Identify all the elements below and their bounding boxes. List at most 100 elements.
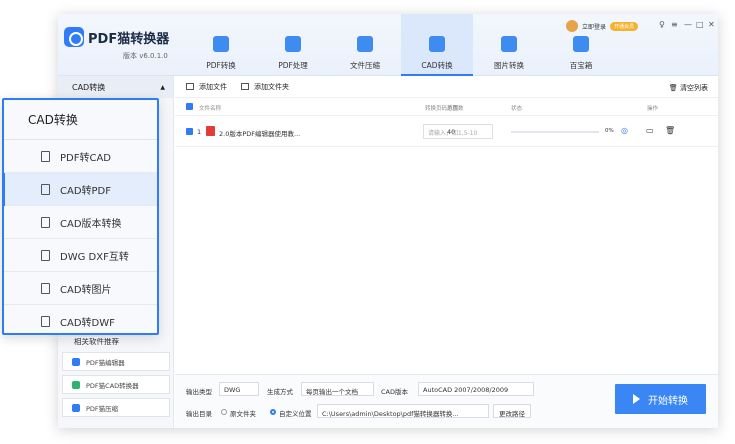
close-icon[interactable]: ✕ — [708, 20, 715, 29]
clear-list-button[interactable]: 🗑 清空列表 — [669, 83, 708, 93]
nav-label: CAD转换 — [421, 61, 453, 70]
row-checkbox[interactable] — [186, 128, 193, 135]
caret-up-icon: ▲ — [160, 83, 165, 91]
cad-converter-icon — [72, 380, 80, 389]
header-range: 转换页码范围 — [425, 106, 459, 112]
cad-version-select[interactable]: AutoCAD 2007/2008/2009 — [418, 382, 534, 396]
start-convert-button[interactable]: 开始转换 — [615, 384, 706, 414]
compress-icon — [72, 403, 80, 412]
bottom-settings: 输出类型 DWG 生成方式 每页输出一个文档 CAD版本 AutoCAD 200… — [175, 374, 718, 428]
maximize-icon[interactable]: □ — [696, 20, 704, 29]
vip-badge[interactable]: 开通会员 — [610, 21, 639, 31]
gen-mode-label: 生成方式 — [267, 388, 293, 396]
add-folder-icon — [241, 83, 249, 90]
nav-pdf-convert[interactable]: PDF转换 — [185, 14, 257, 76]
nav-label: PDF转换 — [206, 61, 236, 70]
nav-pdf-process[interactable]: PDF处理 — [257, 14, 329, 76]
menu-pdf-to-cad[interactable]: PDF转CAD — [4, 140, 157, 173]
avatar — [566, 20, 578, 32]
output-path-input[interactable]: C:\Users\admin\Desktop\pdf猫转换器转换... — [317, 404, 489, 418]
output-type-select[interactable]: DWG — [219, 382, 259, 396]
add-file-button[interactable]: 添加文件 — [186, 82, 227, 92]
gen-mode-select[interactable]: 每页输出一个文档 — [301, 382, 374, 396]
image-icon — [501, 36, 517, 52]
sidebar-header[interactable]: CAD转换 ▲ — [58, 76, 173, 98]
progress-bar — [511, 131, 599, 133]
orig-folder-label: 原文件夹 — [230, 410, 256, 418]
menu-label: CAD转DWF — [60, 317, 115, 329]
add-folder-button[interactable]: 添加文件夹 — [241, 82, 289, 92]
login-link[interactable]: 立即登录 — [582, 22, 606, 31]
trash-icon: 🗑 — [668, 84, 678, 92]
menu-icon[interactable]: ≡ — [671, 20, 678, 29]
add-folder-label: 添加文件夹 — [254, 82, 289, 91]
cad-icon — [429, 36, 445, 52]
sidebar-header-label: CAD转换 — [72, 82, 106, 92]
start-row-icon[interactable]: ◎ — [621, 126, 628, 135]
cad-menu-popup: CAD转换 PDF转CAD CAD转PDF CAD版本转换 DWG DXF互转 … — [2, 98, 159, 338]
menu-cad-to-dwf[interactable]: CAD转DWF — [4, 305, 157, 338]
top-bar: PDF猫转换器 版本 v6.0.1.0 PDF转换 PDF处理 文件压缩 CAD… — [58, 14, 718, 76]
clear-label: 清空列表 — [680, 84, 708, 92]
nav-compress[interactable]: 文件压缩 — [329, 14, 401, 76]
menu-label: CAD转图片 — [60, 284, 112, 296]
file-icon — [41, 217, 50, 228]
user-area[interactable]: 立即登录 开通会员 — [566, 18, 639, 34]
pdf-file-icon — [206, 126, 215, 136]
start-label: 开始转换 — [648, 395, 688, 407]
related-cad-converter[interactable]: PDF猫CAD转换器 — [62, 375, 170, 394]
table-row[interactable]: 1 2.0版本PDF编辑器使用教... 40 请输入，如1,5-10 0% ◎ … — [175, 116, 718, 147]
delete-icon[interactable]: 🗑 — [665, 126, 675, 135]
row-filename: 2.0版本PDF编辑器使用教... — [219, 130, 301, 138]
folder-icon[interactable]: ▭ — [646, 126, 654, 135]
minimize-icon[interactable]: — — [684, 20, 692, 29]
menu-label: CAD版本转换 — [60, 218, 122, 230]
menu-label: CAD转PDF — [60, 185, 112, 197]
select-all-checkbox[interactable] — [186, 103, 193, 110]
nav-label: 图片转换 — [494, 61, 524, 70]
menu-dwg-dxf[interactable]: DWG DXF互转 — [4, 239, 157, 272]
nav-label: 百宝箱 — [569, 61, 593, 70]
change-path-button[interactable]: 更改路径 — [493, 404, 531, 418]
app-title: PDF猫转换器 — [88, 32, 170, 47]
app-logo-icon — [64, 27, 84, 47]
pdf-convert-icon — [213, 36, 229, 52]
related-label: PDF猫CAD转换器 — [86, 381, 139, 390]
app-version: 版本 v6.0.1.0 — [123, 52, 168, 60]
nav-label: PDF处理 — [278, 61, 308, 70]
related-compress[interactable]: PDF猫压缩 — [62, 398, 170, 417]
file-icon — [41, 184, 50, 195]
related-pdf-editor[interactable]: PDF猫编辑器 — [62, 352, 170, 371]
custom-folder-radio[interactable] — [270, 409, 276, 415]
skin-icon[interactable]: ♀ — [659, 20, 665, 29]
file-icon — [41, 250, 50, 261]
play-icon — [633, 394, 640, 404]
output-type-label: 输出类型 — [186, 388, 212, 396]
orig-folder-radio[interactable] — [221, 409, 227, 415]
header-status: 状态 — [511, 106, 523, 112]
page-range-input[interactable]: 请输入，如1,5-10 — [423, 124, 493, 139]
header-name: 文件名称 — [199, 106, 222, 112]
nav-cad-convert[interactable]: CAD转换 — [401, 14, 473, 76]
main-nav: PDF转换 PDF处理 文件压缩 CAD转换 图片转换 百宝箱 — [185, 14, 617, 76]
menu-cad-version[interactable]: CAD版本转换 — [4, 206, 157, 239]
add-file-label: 添加文件 — [199, 82, 227, 91]
custom-folder-label: 自定义位置 — [279, 410, 312, 418]
pdf-process-icon — [285, 36, 301, 52]
related-label: PDF猫压缩 — [86, 404, 119, 413]
file-icon — [41, 151, 50, 162]
nav-image-convert[interactable]: 图片转换 — [473, 14, 545, 76]
editor-icon — [72, 357, 80, 366]
toolbar: 添加文件 添加文件夹 — [175, 76, 718, 98]
row-progress: 0% — [605, 128, 614, 134]
menu-cad-to-pdf[interactable]: CAD转PDF — [2, 173, 157, 206]
row-index: 1 — [197, 128, 202, 136]
image-file-icon — [41, 283, 50, 294]
header-action: 操作 — [647, 106, 659, 112]
menu-cad-to-image[interactable]: CAD转图片 — [4, 272, 157, 305]
nav-label: 文件压缩 — [350, 61, 380, 70]
menu-label: DWG DXF互转 — [60, 251, 129, 263]
toolbox-icon — [573, 36, 589, 52]
menu-label: PDF转CAD — [60, 152, 112, 164]
related-label: PDF猫编辑器 — [86, 358, 125, 367]
